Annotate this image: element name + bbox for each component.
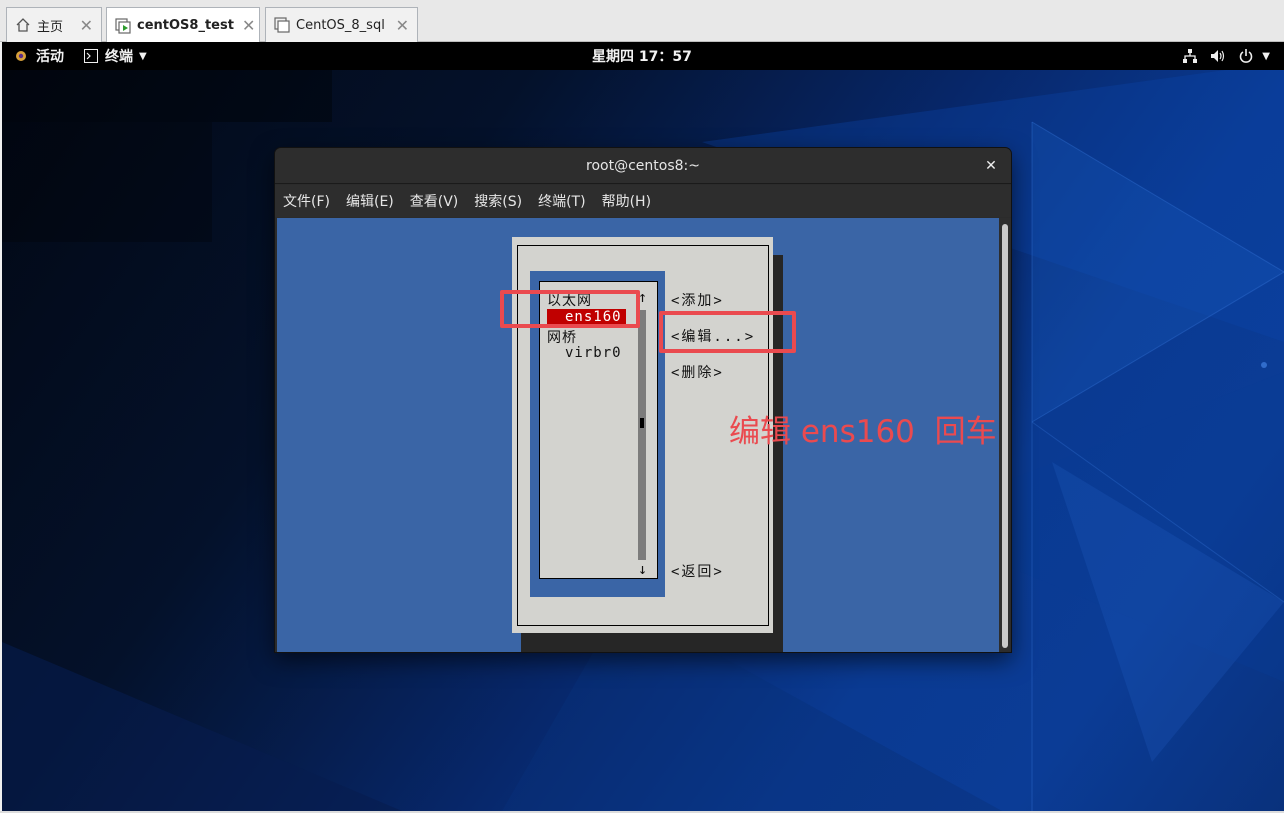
add-button[interactable]: <添加> (671, 290, 724, 310)
terminal-window: root@centos8:~ ✕ 文件(F) 编辑(E) 查看(V) 搜索(S)… (275, 148, 1011, 652)
annotation-text: 编辑 ens160 回车 (729, 414, 997, 450)
close-icon[interactable]: ✕ (242, 16, 255, 35)
close-icon[interactable]: ✕ (80, 16, 93, 35)
tab-centos-8-sql[interactable]: CentOS_8_sql ✕ (265, 7, 418, 42)
close-icon[interactable]: ✕ (981, 156, 1001, 176)
home-icon (15, 17, 31, 33)
gnome-top-bar: 活动 终端 ▼ 星期四 17：57 ▼ (2, 42, 1284, 70)
close-icon[interactable]: ✕ (396, 16, 409, 35)
group-bridge-label: 网桥 (547, 330, 577, 346)
tab-centos-8-sql-label: CentOS_8_sql (296, 17, 385, 33)
terminal-scrollbar-thumb[interactable] (1002, 224, 1008, 648)
tab-home-label: 主页 (37, 19, 64, 35)
terminal-icon (84, 49, 98, 63)
menu-search[interactable]: 搜索(S) (474, 191, 522, 211)
terminal-menubar: 文件(F) 编辑(E) 查看(V) 搜索(S) 终端(T) 帮助(H) (275, 185, 1011, 217)
delete-button[interactable]: <删除> (671, 362, 724, 382)
annotation-highlight-edit (659, 311, 796, 353)
annotation-highlight-ens160 (500, 290, 640, 328)
connection-virbr0[interactable]: virbr0 (565, 345, 622, 361)
terminal-app-menu[interactable]: 终端 ▼ (84, 42, 147, 70)
menu-file[interactable]: 文件(F) (283, 191, 330, 211)
back-button[interactable]: <返回> (671, 561, 724, 581)
clock[interactable]: 星期四 17：57 (592, 42, 692, 70)
menu-view[interactable]: 查看(V) (410, 191, 459, 211)
list-scrollbar[interactable] (638, 310, 646, 560)
vm-tab-strip: 主页 ✕ centOS8_test ✕ CentOS_8_sql ✕ (0, 0, 1284, 43)
activities-icon (16, 51, 26, 61)
tab-centos8-test[interactable]: centOS8_test ✕ (106, 7, 260, 43)
system-tray[interactable]: ▼ (1182, 42, 1270, 70)
tab-centos8-test-label: centOS8_test (137, 18, 234, 33)
terminal-scrollbar[interactable] (999, 218, 1011, 652)
terminal-menu-label: 终端 (105, 49, 133, 65)
volume-icon (1211, 50, 1225, 62)
list-scrollbar-thumb[interactable] (640, 418, 644, 428)
vm-icon (274, 17, 290, 33)
activities-label: 活动 (36, 49, 64, 65)
menu-edit[interactable]: 编辑(E) (346, 191, 394, 211)
tab-home[interactable]: 主页 ✕ (6, 7, 102, 42)
activities-button[interactable]: 活动 (14, 42, 64, 70)
menu-terminal[interactable]: 终端(T) (538, 191, 585, 211)
power-icon (1240, 49, 1253, 63)
menu-help[interactable]: 帮助(H) (602, 191, 651, 211)
vm-running-icon (115, 17, 131, 34)
chevron-down-icon: ▼ (139, 50, 147, 62)
scroll-down-arrow[interactable]: ↓ (638, 560, 647, 578)
terminal-title: root@centos8:~ (275, 148, 1011, 184)
network-icon (1183, 49, 1198, 63)
chevron-down-icon: ▼ (1262, 50, 1270, 62)
guest-desktop: 活动 终端 ▼ 星期四 17：57 ▼ root@centos8:~ ✕ 文件(… (2, 42, 1284, 811)
